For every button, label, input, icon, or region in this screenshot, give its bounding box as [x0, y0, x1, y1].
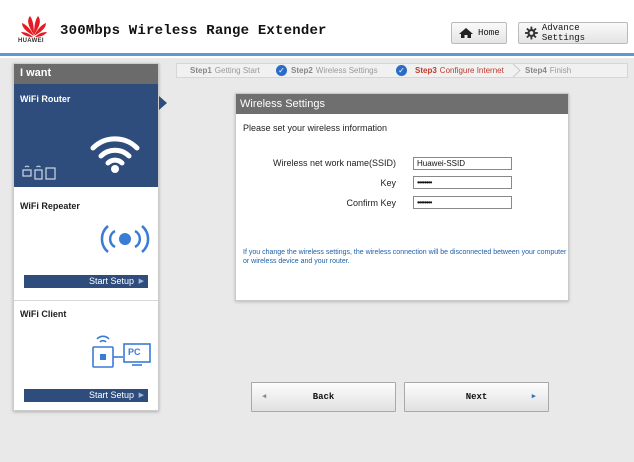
confirm-key-input[interactable]: •••••••• — [413, 196, 512, 209]
sidebar-heading: I want — [14, 64, 158, 84]
selected-pointer-icon — [159, 96, 167, 110]
ssid-input[interactable]: Huawei-SSID — [413, 157, 512, 170]
wifi-client-setup-button[interactable]: Start Setup ▶ — [24, 389, 148, 402]
router-devices-icon — [22, 165, 56, 180]
next-label: Next — [465, 392, 488, 402]
wifi-router-label: WiFi Router — [20, 94, 71, 104]
key-input[interactable]: •••••••• — [413, 176, 512, 189]
wifi-client-setup-label: Start Setup — [88, 390, 134, 400]
warning-text: If you change the wireless settings, the… — [243, 249, 567, 265]
next-arrow-icon: ▶ — [531, 393, 536, 401]
panel-title: Wireless Settings — [236, 94, 568, 114]
mode-sidebar: I want WiFi Router WiFi Repeater Start S… — [13, 63, 159, 411]
sidebar-item-wifi-router[interactable]: WiFi Router — [14, 84, 158, 187]
wifi-repeater-setup-button[interactable]: Start Setup ▶ — [24, 275, 148, 288]
advance-settings-button[interactable]: Advance Settings — [518, 22, 628, 44]
wireless-settings-panel: Wireless Settings Please set your wirele… — [235, 93, 569, 301]
back-arrow-icon: ◀ — [262, 393, 267, 401]
play-arrow-icon: ▶ — [138, 392, 144, 399]
sidebar-divider — [14, 300, 158, 301]
step-4: Step4 Finish — [525, 66, 572, 75]
header-divider — [0, 53, 634, 56]
step-3: Step3 Configure Internet — [415, 66, 504, 75]
step-progress-bar: Step1 Getting Start ✓ Step2 Wireless Setti… — [176, 63, 628, 78]
brand-label: HUAWEI — [18, 38, 44, 44]
wifi-repeater-setup-label: Start Setup — [88, 276, 134, 286]
back-label: Back — [312, 392, 335, 402]
step-2: Step2 Wireless Settings — [291, 66, 378, 75]
client-pc-icon — [92, 335, 151, 368]
panel-subtitle: Please set your wireless information — [243, 123, 388, 133]
back-button[interactable]: ◀ Back — [251, 382, 396, 412]
confirm-key-label: Confirm Key — [346, 198, 396, 208]
wifi-client-label: WiFi Client — [20, 309, 67, 319]
advance-settings-label: Advance Settings — [541, 23, 586, 43]
wifi-icon — [90, 136, 140, 173]
gear-icon — [525, 26, 538, 40]
client-pc-badge: PC — [128, 347, 141, 357]
play-arrow-icon: ▶ — [138, 278, 144, 285]
step-1: Step1 Getting Start — [190, 66, 260, 75]
key-label: Key — [380, 178, 396, 188]
home-button[interactable]: Home — [451, 22, 507, 44]
app-title: 300Mbps Wireless Range Extender — [60, 23, 327, 39]
check-icon: ✓ — [276, 65, 287, 76]
next-button[interactable]: Next ▶ — [404, 382, 549, 412]
wifi-repeater-label: WiFi Repeater — [20, 201, 80, 211]
chevron-right-icon — [513, 64, 521, 77]
home-icon — [459, 28, 473, 38]
check-icon: ✓ — [396, 65, 407, 76]
repeater-signal-icon — [100, 225, 150, 253]
header: HUAWEI 300Mbps Wireless Range Extender H… — [0, 0, 634, 58]
home-label: Home — [478, 28, 500, 38]
ssid-label: Wireless net work name(SSID) — [272, 158, 396, 168]
